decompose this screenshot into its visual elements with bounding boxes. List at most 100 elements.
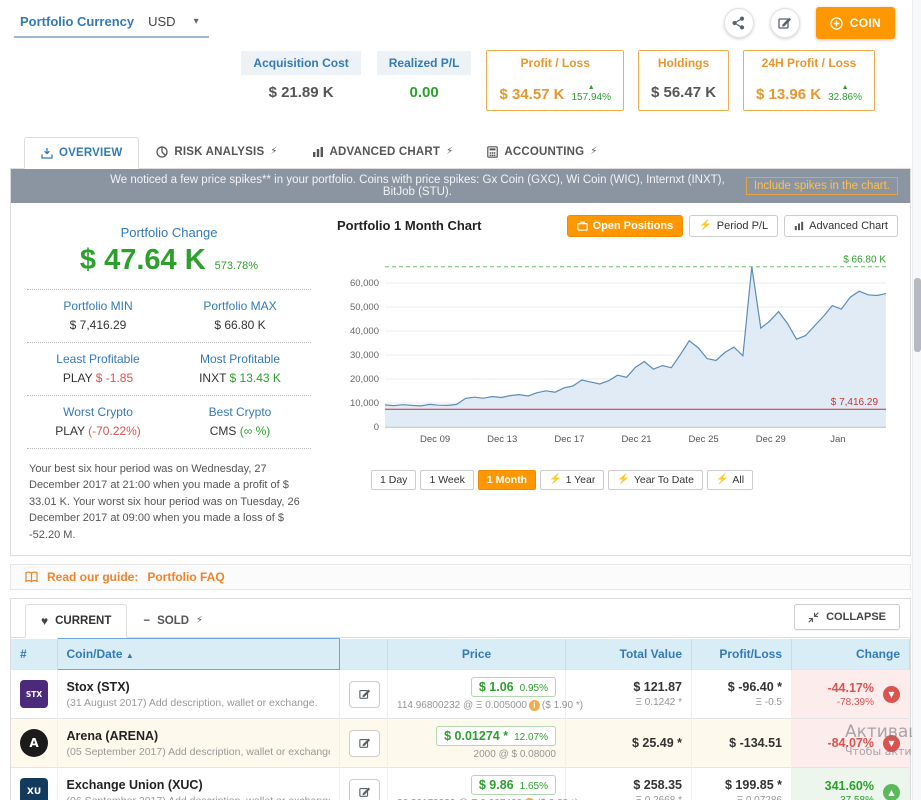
portfolio-min-link[interactable]: Portfolio MIN: [27, 299, 169, 313]
tab-accounting[interactable]: ACCOUNTING ⚡: [470, 136, 614, 168]
tab-current[interactable]: ♥ CURRENT: [25, 604, 127, 638]
svg-text:10,000: 10,000: [350, 398, 379, 409]
svg-text:Dec 21: Dec 21: [621, 434, 651, 445]
add-description-link[interactable]: Add description, wallet or exchange.: [149, 697, 318, 709]
best-crypto-link[interactable]: Best Crypto: [169, 405, 311, 419]
header-num: #: [11, 639, 57, 670]
header-total-value[interactable]: Total Value: [566, 639, 692, 670]
stat-title: Holdings: [639, 51, 728, 75]
price-badge: $ 9.861.65%: [471, 775, 556, 795]
change-pct-secondary: -78.39%: [827, 697, 874, 708]
add-coin-button[interactable]: COIN: [816, 7, 895, 39]
svg-text:Dec 25: Dec 25: [689, 434, 719, 445]
best-crypto-value: CMS (∞ %): [169, 424, 311, 438]
stat-value: $ 56.47 K: [651, 84, 716, 101]
share-button[interactable]: [724, 8, 754, 38]
svg-text:60,000: 60,000: [350, 278, 379, 289]
portfolio-max-value: $ 66.80 K: [169, 318, 311, 332]
add-description-link[interactable]: Add description, wallet or exchange.: [168, 795, 330, 800]
portfolio-summary: Portfolio Change $ 47.64 K 573.78% Portf…: [23, 213, 323, 544]
book-icon: [25, 571, 38, 583]
range-1-week[interactable]: 1 Week: [420, 470, 473, 490]
bar-chart-icon: [794, 221, 804, 231]
svg-text:50,000: 50,000: [350, 302, 379, 313]
svg-text:$ 66.80 K: $ 66.80 K: [843, 254, 886, 265]
collapse-button[interactable]: COLLAPSE: [794, 604, 900, 630]
most-profitable-value: INXT $ 13.43 K: [169, 371, 311, 385]
tab-label: CURRENT: [55, 615, 111, 627]
stat-value: 0.00: [410, 84, 439, 101]
worst-crypto-link[interactable]: Worst Crypto: [27, 405, 169, 419]
overview-icon: [41, 147, 53, 159]
pro-bolt-icon: ⚡: [699, 221, 711, 231]
position-row-stox[interactable]: STX Stox (STX) (31 August 2017) Add desc…: [11, 670, 910, 719]
include-spikes-button[interactable]: Include spikes in the chart.: [746, 177, 898, 195]
add-description-link[interactable]: Add description, wallet or exchange.: [168, 746, 330, 758]
overview-panel: We noticed a few price spikes** in your …: [10, 169, 911, 557]
trend-up-icon: ▲: [842, 84, 849, 92]
scrollbar[interactable]: [912, 0, 921, 800]
open-positions-button[interactable]: Open Positions: [567, 215, 684, 237]
tab-sold[interactable]: − SOLD ⚡: [127, 605, 219, 637]
best-worst-period-note: Your best six hour period was on Wednesd…: [27, 449, 311, 544]
positions-tabs: ♥ CURRENT − SOLD ⚡ COLLAPSE: [11, 599, 910, 638]
range-year-to-date[interactable]: ⚡ Year To Date: [608, 470, 703, 490]
position-row-arena[interactable]: A Arena (ARENA) (05 September 2017) Add …: [11, 719, 910, 768]
period-pl-button[interactable]: ⚡ Period P/L: [689, 215, 778, 237]
total-value: $ 121.87: [575, 680, 682, 694]
tab-overview[interactable]: OVERVIEW: [24, 137, 139, 169]
range-1-year[interactable]: ⚡ 1 Year: [540, 470, 604, 490]
edit-position-button[interactable]: [349, 730, 380, 757]
portfolio-faq-link[interactable]: Portfolio FAQ: [147, 570, 224, 584]
chevron-down-icon: ▾: [194, 16, 199, 27]
least-profitable-link[interactable]: Least Profitable: [27, 352, 169, 366]
edit-position-button[interactable]: [349, 779, 380, 800]
coin-logo-arena: A: [20, 729, 48, 757]
profit-loss-eth: Ξ 0.07286: [701, 795, 782, 800]
edit-icon: [359, 786, 371, 798]
header-price[interactable]: Price: [388, 639, 566, 670]
pro-bolt-icon: ⚡: [549, 475, 561, 485]
most-profitable-link[interactable]: Most Profitable: [169, 352, 311, 366]
stat-title: 24H Profit / Loss: [744, 51, 874, 75]
header-profit-loss[interactable]: Profit/Loss: [692, 639, 792, 670]
position-row-exchange-union[interactable]: XU Exchange Union (XUC) (06 September 20…: [11, 768, 910, 800]
range-1-month[interactable]: 1 Month: [478, 470, 536, 490]
coin-name: Arena (ARENA): [67, 729, 331, 743]
portfolio-line-chart: 010,00020,00030,00040,00050,00060,000Dec…: [337, 247, 892, 459]
svg-text:$ 7,416.29: $ 7,416.29: [831, 397, 879, 408]
range-1-day[interactable]: 1 Day: [371, 470, 416, 490]
estimated-buy-price: ($ 1.90 *): [542, 700, 583, 711]
info-icon[interactable]: i: [529, 700, 540, 711]
notice-text: We noticed a few price spikes** in your …: [103, 174, 732, 198]
portfolio-currency-label: Portfolio Currency: [20, 14, 134, 29]
edit-portfolio-button[interactable]: [770, 8, 800, 38]
worst-crypto-value: PLAY (-70.22%): [27, 424, 169, 438]
tab-risk-analysis[interactable]: RISK ANALYSIS ⚡: [139, 136, 294, 168]
trend-down-icon: ▼: [883, 735, 900, 752]
portfolio-currency-select[interactable]: Portfolio Currency USD ▾: [14, 9, 209, 38]
svg-text:30,000: 30,000: [350, 350, 379, 361]
tab-advanced-chart[interactable]: ADVANCED CHART ⚡: [295, 136, 471, 168]
change-pct-secondary: 37.58%: [825, 795, 874, 800]
stat-pct: ▲ 32.86%: [828, 84, 862, 103]
profit-loss-value: $ -96.40 *: [701, 680, 782, 694]
positions-panel: ♥ CURRENT − SOLD ⚡ COLLAPSE # Coin/Date …: [10, 598, 911, 800]
advanced-chart-button[interactable]: Advanced Chart: [784, 215, 898, 237]
portfolio-change-value: $ 47.64 K: [80, 244, 206, 277]
edit-position-button[interactable]: [349, 681, 380, 708]
scrollbar-thumb[interactable]: [914, 278, 921, 352]
header-coin-date[interactable]: Coin/Date ▲: [57, 639, 340, 670]
header-change[interactable]: Change: [792, 639, 910, 670]
stat-card-profit-loss: Profit / Loss $ 34.57 K ▲ 157.94%: [486, 50, 624, 111]
topbar-actions: COIN: [724, 7, 895, 39]
stat-value: $ 13.96 K: [756, 86, 821, 103]
coin-logo-xuc: XU: [20, 778, 48, 800]
trend-down-icon: ▼: [883, 686, 900, 703]
heart-icon: ♥: [41, 614, 48, 628]
range-all[interactable]: ⚡ All: [707, 470, 753, 490]
total-value-eth: Ξ 0.1242 *: [575, 697, 682, 708]
topbar: Portfolio Currency USD ▾ COIN: [0, 0, 921, 46]
portfolio-max-link[interactable]: Portfolio MAX: [169, 299, 311, 313]
main-tabs: OVERVIEW RISK ANALYSIS ⚡ ADVANCED CHART …: [10, 133, 911, 169]
